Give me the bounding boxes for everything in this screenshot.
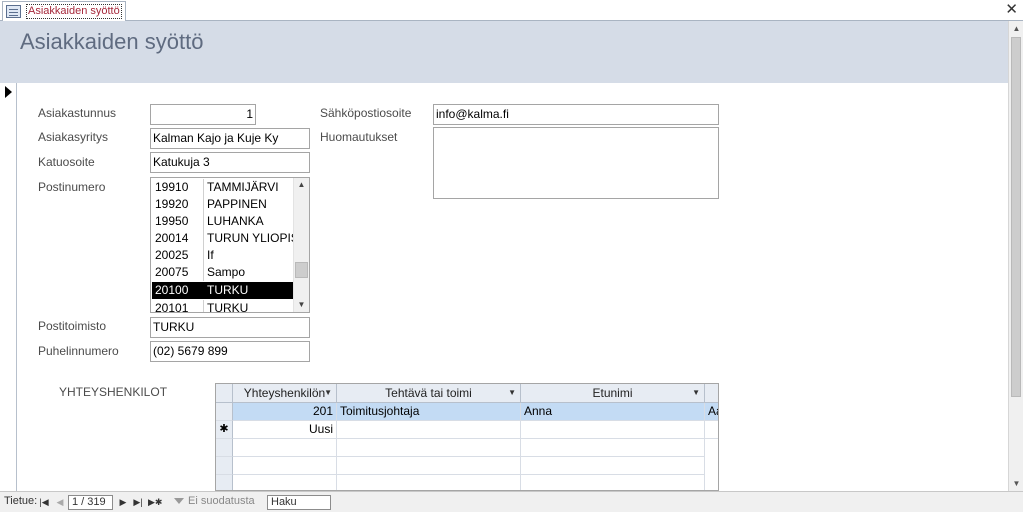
form-tab-label: Asiakkaiden syöttö <box>26 4 122 19</box>
post-office-field[interactable]: TURKU <box>150 317 310 338</box>
postal-code: 19920 <box>155 197 189 211</box>
street-field[interactable]: Katukuja 3 <box>150 152 310 173</box>
scroll-up-icon[interactable]: ▲ <box>294 178 309 192</box>
postal-code: 20101 <box>155 301 189 313</box>
select-all-corner[interactable] <box>216 384 233 403</box>
email-field[interactable]: info@kalma.fi <box>433 104 719 125</box>
empty-cell[interactable] <box>705 421 718 439</box>
filter-label: Ei suodatusta <box>188 495 255 507</box>
customer-id-label: Asiakastunnus <box>38 106 117 120</box>
customer-id-field[interactable]: 1 <box>150 104 256 125</box>
record-position-input[interactable]: 1 / 319 <box>68 495 113 510</box>
postal-code: 20075 <box>155 265 189 279</box>
postal-code-label: Postinumero <box>38 180 106 194</box>
contacts-datasheet[interactable]: Yhteyshenkilön ▼ Tehtävä tai toimi ▼ Etu… <box>215 383 719 491</box>
postal-code: 19910 <box>155 180 189 194</box>
filter-status[interactable]: Ei suodatusta <box>174 495 255 507</box>
row-selector[interactable] <box>216 403 233 421</box>
search-input[interactable]: Haku <box>267 495 331 510</box>
column-header-label: Yhteyshenkilön <box>243 386 326 400</box>
postal-place: TURKU <box>207 301 249 313</box>
listbox-scrollbar[interactable]: ▲ ▼ <box>293 178 309 312</box>
email-label: Sähköpostiosoite <box>320 106 412 120</box>
notes-label: Huomautukset <box>320 130 398 144</box>
company-field[interactable]: Kalman Kajo ja Kuje Ky <box>150 128 310 149</box>
column-header-role[interactable]: Tehtävä tai toimi ▼ <box>337 384 521 403</box>
new-record-icon: ✱ <box>216 421 233 439</box>
postal-place: TURKU <box>207 283 249 297</box>
last-record-icon[interactable]: ▶| <box>132 495 144 509</box>
scroll-up-icon[interactable]: ▲ <box>1009 21 1023 36</box>
list-item[interactable]: 20075 Sampo <box>152 264 294 281</box>
dropdown-arrow-icon[interactable]: ▼ <box>508 384 516 402</box>
role-cell[interactable]: Toimitusjohtaja <box>337 403 521 421</box>
list-item[interactable]: 19920 PAPPINEN <box>152 196 294 213</box>
postal-place: TAMMIJÄRVI <box>207 180 279 194</box>
postal-place: PAPPINEN <box>207 197 267 211</box>
record-selector[interactable] <box>0 83 17 491</box>
extra-cell[interactable]: Aa <box>705 403 718 421</box>
postal-place: If <box>207 248 214 262</box>
form-icon <box>6 5 21 18</box>
column-header-extra[interactable] <box>705 384 718 403</box>
contacts-label: YHTEYSHENKILOT <box>59 385 168 399</box>
list-item-selected[interactable]: 20100 TURKU <box>152 282 294 299</box>
first-name-cell[interactable]: Anna <box>521 403 705 421</box>
column-header-contact-id[interactable]: Yhteyshenkilön ▼ <box>233 384 337 403</box>
vertical-scrollbar[interactable]: ▲ ▼ <box>1008 21 1023 491</box>
first-record-icon[interactable]: |◀ <box>38 495 50 509</box>
record-navigation-bar: Tietue: |◀ ◀ 1 / 319 ▶ ▶| ▶✱ Ei suodatus… <box>0 491 1023 512</box>
current-record-arrow-icon <box>5 86 12 98</box>
form-tab[interactable]: Asiakkaiden syöttö <box>2 1 126 22</box>
filter-icon <box>174 498 184 505</box>
access-form-window: Asiakkaiden syöttö ✕ Asiakkaiden syöttö … <box>0 0 1023 512</box>
list-item[interactable]: 19950 LUHANKA <box>152 213 294 230</box>
postal-code: 20100 <box>155 283 189 297</box>
listbox-scroll-thumb[interactable] <box>295 262 308 278</box>
scrollbar-thumb[interactable] <box>1011 37 1021 397</box>
list-item[interactable]: 20025 If <box>152 247 294 264</box>
close-icon[interactable]: ✕ <box>1005 1 1018 19</box>
next-record-icon[interactable]: ▶ <box>117 495 129 509</box>
empty-cell[interactable] <box>337 421 521 439</box>
postal-code: 20025 <box>155 248 189 262</box>
company-label: Asiakasyritys <box>38 130 109 144</box>
document-tab-strip: Asiakkaiden syöttö ✕ <box>0 0 1023 22</box>
empty-cell[interactable] <box>521 421 705 439</box>
list-item[interactable]: 20014 TURUN YLIOPISTO <box>152 230 295 247</box>
notes-field[interactable] <box>433 127 719 199</box>
street-label: Katuosoite <box>38 155 95 169</box>
scroll-down-icon[interactable]: ▼ <box>1009 476 1023 491</box>
scroll-down-icon[interactable]: ▼ <box>294 298 309 312</box>
form-header: Asiakkaiden syöttö <box>0 21 1008 83</box>
column-header-first-name[interactable]: Etunimi ▼ <box>521 384 705 403</box>
contact-id-cell[interactable]: 201 <box>233 403 337 421</box>
new-record-icon[interactable]: ▶✱ <box>148 495 162 509</box>
postal-place: Sampo <box>207 265 246 279</box>
previous-record-icon[interactable]: ◀ <box>54 495 66 509</box>
postal-place: LUHANKA <box>207 214 264 228</box>
list-item[interactable]: 20101 TURKU <box>152 300 294 313</box>
postal-place: TURUN YLIOPISTO <box>207 231 295 245</box>
column-header-label: Etunimi <box>592 386 633 400</box>
list-item[interactable]: 19910 TAMMIJÄRVI <box>152 179 294 196</box>
postal-code: 19950 <box>155 214 189 228</box>
dropdown-arrow-icon[interactable]: ▼ <box>324 384 332 402</box>
column-header-label: Tehtävä tai toimi <box>385 386 472 400</box>
dropdown-arrow-icon[interactable]: ▼ <box>692 384 700 402</box>
phone-field[interactable]: (02) 5679 899 <box>150 341 310 362</box>
page-title: Asiakkaiden syöttö <box>20 29 204 54</box>
post-office-label: Postitoimisto <box>38 319 107 333</box>
record-label: Tietue: <box>4 495 38 507</box>
postal-code: 20014 <box>155 231 189 245</box>
postal-code-listbox[interactable]: 19910 TAMMIJÄRVI 19920 PAPPINEN 19950 LU… <box>150 177 310 313</box>
new-row-cell[interactable]: Uusi <box>233 421 337 439</box>
phone-label: Puhelinnumero <box>38 344 119 358</box>
